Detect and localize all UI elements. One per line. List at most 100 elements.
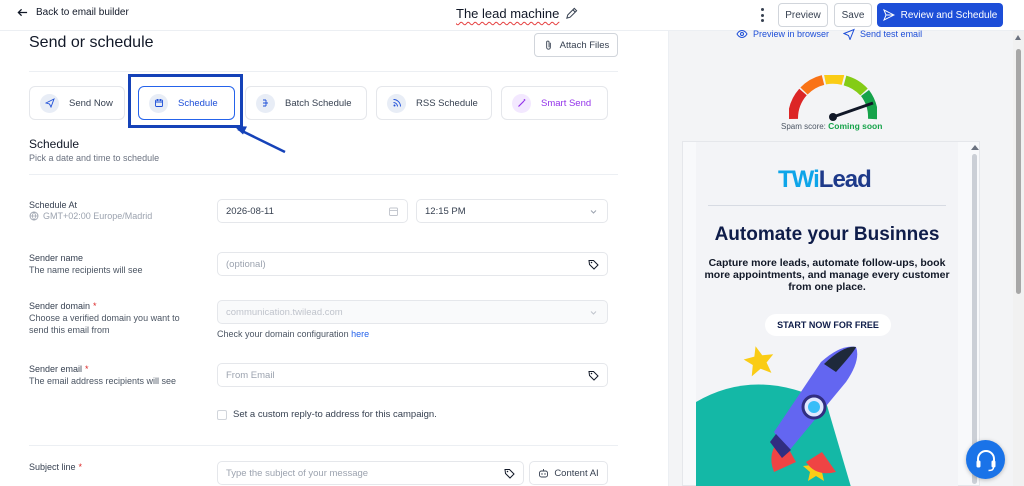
sender-domain-label: Sender domain *: [29, 300, 97, 312]
spam-score-gauge: [789, 75, 877, 121]
sender-email-input[interactable]: From Email: [217, 363, 608, 387]
option-label: Send Now: [69, 97, 113, 109]
reply-to-label: Set a custom reply-to address for this c…: [233, 409, 437, 420]
sender-email-help: The email address recipients will see: [29, 376, 177, 386]
domain-config-link[interactable]: here: [351, 329, 369, 339]
subject-label: Subject line *: [29, 461, 82, 473]
spam-score: Spam score: Coming soon: [781, 121, 882, 131]
content-ai-button[interactable]: Content AI: [529, 461, 608, 485]
preview-actions: Preview in browser Send test email: [736, 28, 922, 40]
timezone-text: GMT+02:00 Europe/Madrid: [43, 211, 153, 221]
spam-score-value: Coming soon: [828, 121, 883, 131]
sender-email-label-text: Sender email: [29, 364, 83, 374]
support-chat-button[interactable]: [966, 440, 1005, 479]
email-preview-frame: TWiLead Automate your Businnes Capture m…: [682, 141, 980, 486]
divider: [29, 445, 618, 446]
headset-icon: [976, 449, 995, 471]
email-cta-button[interactable]: START NOW FOR FREE: [765, 314, 891, 336]
schedule-time-select[interactable]: 12:15 PM: [416, 199, 608, 223]
send-settings-panel: Send or schedule Attach Files Send Now S…: [0, 31, 668, 486]
schedule-at-label: Schedule At: [29, 200, 78, 210]
preview-in-browser-link[interactable]: Preview in browser: [736, 28, 829, 40]
required-marker: *: [78, 462, 83, 472]
sender-name-placeholder: (optional): [226, 258, 266, 270]
magic-wand-icon: [512, 93, 531, 113]
review-label: Review and Schedule: [900, 9, 998, 21]
document-title[interactable]: The lead machine: [456, 6, 578, 21]
schedule-date-input[interactable]: 2026-08-11: [217, 199, 408, 223]
sender-name-help: The name recipients will see: [29, 265, 143, 275]
subject-input[interactable]: Type the subject of your message: [217, 461, 524, 485]
attach-files-button[interactable]: Attach Files: [534, 33, 618, 57]
annotation-highlight-box: [128, 74, 243, 128]
more-options-icon[interactable]: [756, 8, 768, 22]
content-ai-label: Content AI: [554, 467, 599, 479]
batch-icon: [256, 93, 275, 113]
sender-name-input[interactable]: (optional): [217, 252, 608, 276]
attach-label: Attach Files: [559, 39, 610, 51]
domain-config-text: Check your domain configuration: [217, 329, 349, 339]
document-title-text: The lead machine: [456, 6, 560, 21]
rocket-illustration: [696, 346, 858, 486]
preview-scrollbar[interactable]: [970, 142, 980, 486]
sender-domain-value: communication.twilead.com: [226, 306, 343, 318]
required-marker: *: [93, 301, 97, 311]
domain-config-hint: Check your domain configuration here: [217, 329, 369, 339]
sender-email-label: Sender email *: [29, 363, 89, 375]
sender-domain-help: Choose a verified domain you want to sen…: [29, 313, 180, 335]
send-icon: [843, 28, 855, 40]
schedule-section-subtitle: Pick a date and time to schedule: [29, 153, 160, 163]
time-value: 12:15 PM: [425, 205, 466, 217]
option-label: RSS Schedule: [416, 97, 478, 109]
reply-to-checkbox[interactable]: [217, 409, 227, 420]
divider: [29, 71, 618, 72]
review-and-schedule-button[interactable]: Review and Schedule: [877, 3, 1003, 27]
send-test-email-link[interactable]: Send test email: [843, 28, 922, 40]
logo-rest: Lead: [818, 166, 872, 193]
scroll-up-icon[interactable]: [971, 145, 979, 150]
tag-icon[interactable]: [588, 370, 599, 381]
required-marker: *: [85, 364, 89, 374]
date-value: 2026-08-11: [226, 205, 274, 217]
back-label: Back to email builder: [36, 7, 129, 18]
sender-domain-select[interactable]: communication.twilead.com: [217, 300, 608, 324]
save-button[interactable]: Save: [834, 3, 872, 27]
subject-label-text: Subject line: [29, 462, 76, 472]
back-to-builder-link[interactable]: Back to email builder: [17, 7, 129, 18]
page-scrollbar[interactable]: [1013, 31, 1024, 486]
twilead-logo: TWiLead: [778, 166, 872, 194]
reply-to-option[interactable]: Set a custom reply-to address for this c…: [217, 409, 437, 420]
timezone: GMT+02:00 Europe/Madrid: [29, 211, 152, 221]
divider: [29, 174, 618, 175]
send-icon: [882, 9, 895, 21]
preview-button[interactable]: Preview: [778, 3, 828, 27]
pencil-icon[interactable]: [565, 7, 578, 20]
chevron-down-icon: [588, 206, 599, 217]
tag-icon[interactable]: [504, 468, 515, 479]
email-body-text: Capture more leads, automate follow-ups,…: [704, 257, 950, 293]
robot-icon: [539, 468, 549, 477]
eye-icon: [736, 29, 748, 39]
scroll-thumb[interactable]: [972, 154, 977, 484]
scroll-thumb[interactable]: [1016, 49, 1021, 294]
tag-icon[interactable]: [588, 259, 599, 270]
option-batch-schedule[interactable]: Batch Schedule: [245, 86, 367, 120]
globe-icon: [29, 211, 39, 221]
option-send-now[interactable]: Send Now: [29, 86, 125, 120]
sender-name-label: Sender name: [29, 253, 84, 263]
sender-domain-label-text: Sender domain: [29, 301, 91, 311]
schedule-section-title: Schedule: [29, 137, 80, 151]
email-preview-panel: Preview in browser Send test email Spam …: [668, 28, 1024, 486]
top-bar: Back to email builder The lead machine P…: [0, 0, 1024, 31]
arrow-left-icon: [17, 8, 28, 17]
send-test-email-label: Send test email: [860, 29, 923, 39]
chevron-down-icon: [588, 307, 599, 318]
calendar-icon[interactable]: [388, 206, 399, 217]
option-label: Batch Schedule: [285, 97, 352, 109]
option-rss-schedule[interactable]: RSS Schedule: [376, 86, 492, 120]
scroll-up-icon[interactable]: [1015, 35, 1021, 40]
logo-tw: TWi: [778, 166, 820, 193]
email-headline: Automate your Businnes: [714, 224, 940, 245]
annotation-arrow-icon: [234, 126, 286, 154]
option-smart-send[interactable]: Smart Send: [501, 86, 608, 120]
